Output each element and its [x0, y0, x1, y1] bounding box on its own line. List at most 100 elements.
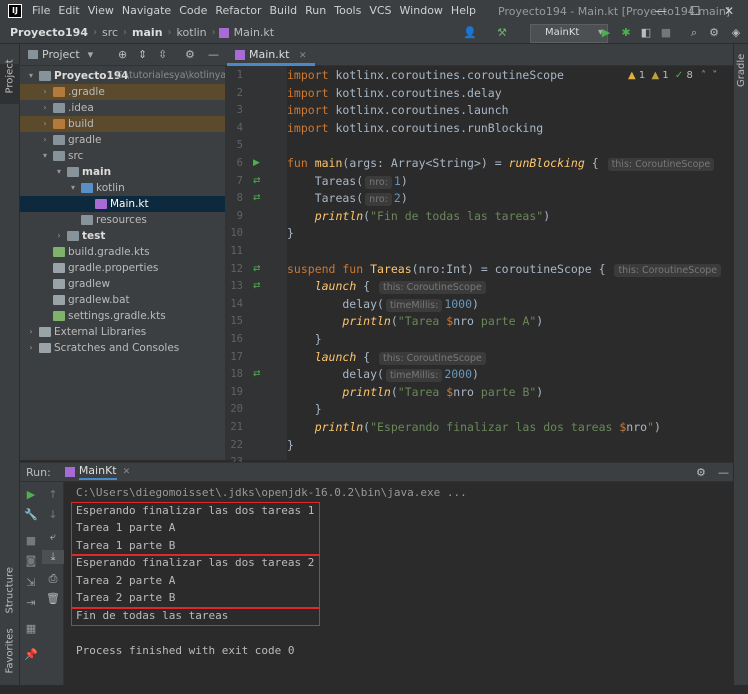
run-icon[interactable]: ▶ — [598, 25, 614, 41]
tree-item-idea[interactable]: › .idea — [20, 100, 225, 116]
restore-layout-icon[interactable]: ⇲ — [20, 576, 42, 589]
close-tab-icon[interactable]: ✕ — [299, 51, 307, 61]
tree-item-external-libraries[interactable]: › External Libraries — [20, 324, 225, 340]
layout-icon[interactable]: ▦ — [20, 622, 42, 635]
chevron-right-icon[interactable]: › — [40, 132, 50, 148]
code-line[interactable]: delay(timeMillis: 2000) — [287, 366, 479, 384]
tree-item-gradle[interactable]: › .gradle — [20, 84, 225, 100]
code-line[interactable]: Tareas(nro: 1) — [287, 173, 408, 191]
tree-item-build[interactable]: › build — [20, 116, 225, 132]
soft-wrap-icon[interactable]: ⤶ — [42, 530, 64, 544]
rerun-icon[interactable]: ▶ — [20, 488, 42, 501]
trash-icon[interactable]: 🗑 — [42, 592, 64, 605]
build-hammer-icon[interactable]: ⚒ — [494, 25, 510, 41]
pin-icon[interactable]: 📌 — [20, 648, 42, 661]
code-line[interactable]: import kotlinx.coroutines.runBlocking — [287, 120, 543, 138]
breadcrumb-kotlin[interactable]: kotlin — [175, 26, 209, 39]
user-icon[interactable]: 👤 — [462, 25, 478, 41]
menu-help[interactable]: Help — [447, 0, 480, 22]
hide-panel-icon[interactable]: — — [208, 48, 219, 61]
arrow-down-icon[interactable]: ↓ — [42, 508, 64, 521]
favorites-tool-tab[interactable]: Favorites — [0, 628, 20, 694]
chevron-up-icon[interactable]: ˄ — [701, 70, 706, 81]
stop-icon[interactable]: ■ — [20, 534, 42, 547]
chevron-down-icon[interactable]: ˅ — [712, 70, 717, 81]
expand-all-icon[interactable]: ⇕ — [138, 48, 147, 61]
code-line[interactable]: } — [287, 331, 322, 349]
tree-item-proyecto194[interactable]: ▾Proyecto194C:\tutorialesya\kotlinya\Pr — [20, 68, 225, 84]
wrench-icon[interactable]: 🔧 — [20, 508, 42, 521]
menu-file[interactable]: File — [28, 0, 54, 22]
tree-item-resources[interactable]: resources — [20, 212, 225, 228]
chevron-down-icon[interactable]: ▾ — [68, 180, 78, 196]
tree-item-kotlin[interactable]: ▾ kotlin — [20, 180, 225, 196]
chevron-right-icon[interactable]: › — [40, 116, 50, 132]
jetbrains-icon[interactable]: ◈ — [728, 25, 744, 41]
code-line[interactable]: println("Esperando finalizar las dos tar… — [287, 419, 661, 437]
code-editor[interactable]: import kotlinx.coroutines.coroutineScope… — [287, 66, 733, 460]
menu-window[interactable]: Window — [396, 0, 447, 22]
coverage-icon[interactable]: ◧ — [638, 25, 654, 41]
code-line[interactable]: } — [287, 225, 294, 243]
chevron-down-icon[interactable]: ▾ — [40, 148, 50, 164]
chevron-right-icon[interactable]: › — [40, 84, 50, 100]
tree-item-build-gradle-kts[interactable]: build.gradle.kts — [20, 244, 225, 260]
gear-icon[interactable]: ⚙ — [185, 48, 195, 61]
project-panel-title[interactable]: Project — [42, 48, 80, 61]
menu-edit[interactable]: Edit — [54, 0, 83, 22]
scroll-to-end-icon[interactable]: ⤓ — [42, 550, 64, 564]
collapse-all-icon[interactable]: ⇳ — [158, 48, 167, 61]
code-line[interactable]: delay(timeMillis: 1000) — [287, 296, 479, 314]
code-line[interactable]: } — [287, 401, 322, 419]
code-line[interactable]: println("Tarea $nro parte B") — [287, 384, 543, 402]
code-line[interactable]: import kotlinx.coroutines.delay — [287, 85, 502, 103]
run-tab-mainkt[interactable]: MainKt — [78, 464, 117, 480]
gear-icon[interactable]: ⚙ — [706, 25, 722, 41]
tree-item-gradlew-bat[interactable]: gradlew.bat — [20, 292, 225, 308]
tree-item-main-kt[interactable]: Main.kt — [20, 196, 225, 212]
tree-item-gradlew[interactable]: gradlew — [20, 276, 225, 292]
tree-item-gradle[interactable]: › gradle — [20, 132, 225, 148]
tree-item-main[interactable]: ▾ main — [20, 164, 225, 180]
chevron-down-icon[interactable]: ▾ — [54, 164, 64, 180]
project-tool-tab[interactable]: Project — [0, 59, 20, 104]
code-line[interactable]: Tareas(nro: 2) — [287, 190, 408, 208]
breadcrumb-main[interactable]: main — [130, 26, 165, 39]
maximize-button[interactable]: ☐ — [678, 0, 712, 22]
gradle-tool-tab[interactable]: Gradle — [734, 54, 748, 104]
minimize-button[interactable]: — — [644, 0, 678, 22]
tree-item-settings-gradle-kts[interactable]: settings.gradle.kts — [20, 308, 225, 324]
suspend-call-icon[interactable]: ⇄ — [253, 264, 261, 274]
chevron-right-icon[interactable]: › — [40, 100, 50, 116]
chevron-right-icon[interactable]: › — [54, 228, 64, 244]
code-line[interactable]: suspend fun Tareas(nro:Int) = coroutineS… — [287, 261, 723, 279]
code-line[interactable]: println("Fin de todas las tareas") — [287, 208, 550, 226]
menu-build[interactable]: Build — [266, 0, 302, 22]
breadcrumb-project[interactable]: Proyecto194 — [8, 26, 90, 39]
chevron-right-icon[interactable]: › — [26, 340, 36, 356]
arrow-up-icon[interactable]: ↑ — [42, 488, 64, 501]
code-line[interactable]: launch { this: CoroutineScope — [287, 349, 488, 367]
menu-vcs[interactable]: VCS — [365, 0, 395, 22]
suspend-call-icon[interactable]: ⇄ — [253, 193, 261, 203]
code-line[interactable]: import kotlinx.coroutines.coroutineScope — [287, 67, 564, 85]
tree-item-src[interactable]: ▾ src — [20, 148, 225, 164]
tab-main-kt[interactable]: Main.kt ✕ — [227, 44, 315, 66]
menu-view[interactable]: View — [84, 0, 118, 22]
debug-icon[interactable]: ✱ — [618, 25, 634, 41]
code-line[interactable]: launch { this: CoroutineScope — [287, 278, 488, 296]
run-console[interactable]: C:\Users\diegomoisset\.jdks\openjdk-16.0… — [64, 482, 733, 685]
chevron-down-icon[interactable]: ▾ — [26, 68, 36, 84]
hide-panel-icon[interactable]: — — [718, 466, 729, 479]
close-window-button[interactable]: ✕ — [712, 0, 746, 22]
tree-item-scratches-and-consoles[interactable]: › Scratches and Consoles — [20, 340, 225, 356]
menu-navigate[interactable]: Navigate — [118, 0, 175, 22]
run-config-selector[interactable]: MainKt ▾ — [530, 24, 608, 43]
structure-tool-tab[interactable]: Structure — [0, 567, 20, 634]
print-icon[interactable]: ⎙ — [42, 572, 64, 586]
chevron-down-icon[interactable]: ▾ — [88, 48, 94, 61]
suspend-call-icon[interactable]: ⇄ — [253, 281, 261, 291]
tree-item-test[interactable]: › test — [20, 228, 225, 244]
locate-target-icon[interactable]: ⊕ — [118, 48, 127, 61]
menu-code[interactable]: Code — [175, 0, 211, 22]
